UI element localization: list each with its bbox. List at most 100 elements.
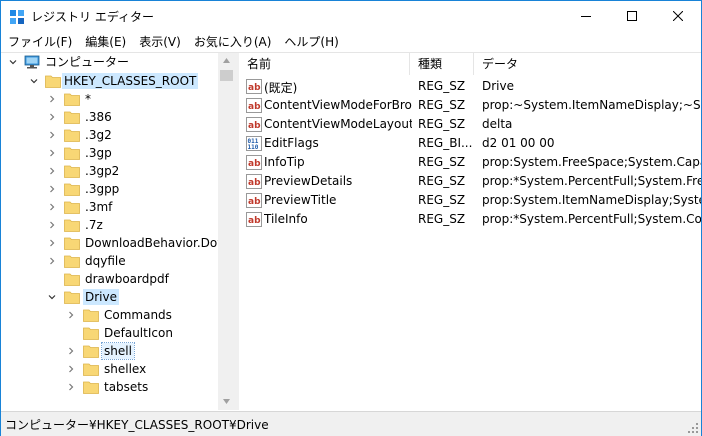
tree-label-hkey-classes-root: HKEY_CLASSES_ROOT bbox=[62, 73, 199, 89]
value-row[interactable]: ab ContentViewModeLayout... REG_SZ delta bbox=[239, 115, 701, 134]
value-row[interactable]: ab TileInfo REG_SZ prop:*System.PercentF… bbox=[239, 210, 701, 229]
chevron-right-icon[interactable] bbox=[66, 382, 76, 392]
tree-item-label: .3mf bbox=[85, 200, 113, 214]
string-value-icon: ab bbox=[246, 117, 262, 132]
chevron-right-icon[interactable] bbox=[47, 202, 57, 212]
value-data: prop:System.ItemNameDisplay;System.Ite bbox=[482, 193, 701, 207]
chevron-right-icon[interactable] bbox=[66, 310, 76, 320]
chevron-right-icon[interactable] bbox=[66, 346, 76, 356]
column-header-data[interactable]: データ bbox=[474, 53, 701, 75]
scroll-down-arrow-icon[interactable] bbox=[222, 397, 231, 405]
title-bar[interactable]: レジストリ エディター bbox=[1, 1, 701, 32]
maximize-button[interactable] bbox=[609, 1, 655, 31]
value-name: TileInfo bbox=[264, 212, 308, 226]
tree-item[interactable]: dqyfile bbox=[2, 252, 234, 270]
scrollbar-thumb[interactable] bbox=[220, 70, 233, 81]
tree-item-label: .386 bbox=[85, 110, 112, 124]
tree-item[interactable]: shell bbox=[2, 342, 234, 360]
tree-item-drive[interactable]: Drive bbox=[2, 288, 234, 306]
tree-item[interactable]: DefaultIcon bbox=[2, 324, 234, 342]
folder-icon bbox=[64, 273, 80, 286]
chevron-right-icon[interactable] bbox=[47, 148, 57, 158]
chevron-right-icon[interactable] bbox=[66, 364, 76, 374]
folder-icon bbox=[64, 111, 80, 124]
folder-icon bbox=[83, 363, 99, 376]
chevron-right-icon[interactable] bbox=[47, 130, 57, 140]
value-type: REG_SZ bbox=[418, 79, 466, 93]
tree-item-label: dqyfile bbox=[85, 254, 126, 268]
value-data: prop:System.FreeSpace;System.Capacity bbox=[482, 155, 701, 169]
tree-item-label: Drive bbox=[83, 289, 119, 305]
value-row[interactable]: ab PreviewTitle REG_SZ prop:System.ItemN… bbox=[239, 191, 701, 210]
tree-item[interactable]: DownloadBehavior.Down bbox=[2, 234, 235, 252]
minimize-button[interactable] bbox=[563, 1, 609, 31]
folder-icon bbox=[83, 381, 99, 394]
menu-file[interactable]: ファイル(F) bbox=[1, 32, 78, 52]
tree-item-label: DownloadBehavior.Down bbox=[85, 236, 235, 250]
menu-favorites[interactable]: お気に入り(A) bbox=[187, 32, 278, 52]
value-type: REG_SZ bbox=[418, 117, 466, 131]
value-row[interactable]: ab InfoTip REG_SZ prop:System.FreeSpace;… bbox=[239, 153, 701, 172]
tree-item[interactable]: Commands bbox=[2, 306, 234, 324]
chevron-down-icon[interactable] bbox=[8, 57, 18, 67]
tree-item[interactable]: .3mf bbox=[2, 198, 234, 216]
tree-label-computer: コンピューター bbox=[45, 55, 130, 69]
value-type: REG_SZ bbox=[418, 98, 466, 112]
tree-item[interactable]: tabsets bbox=[2, 378, 234, 396]
chevron-right-icon[interactable] bbox=[47, 166, 57, 176]
values-list-pane[interactable]: 名前 種類 データ ab (既定) REG_SZ Drive ab Conten… bbox=[239, 53, 701, 410]
menu-view[interactable]: 表示(V) bbox=[132, 32, 187, 52]
chevron-right-icon[interactable] bbox=[47, 94, 57, 104]
tree-item[interactable]: .7z bbox=[2, 216, 234, 234]
window-title: レジストリ エディター bbox=[31, 10, 154, 24]
chevron-right-icon[interactable] bbox=[47, 112, 57, 122]
tree-item[interactable]: .3gp bbox=[2, 144, 234, 162]
value-name: InfoTip bbox=[264, 155, 305, 169]
tree-item[interactable]: .3gp2 bbox=[2, 162, 234, 180]
svg-text:ab: ab bbox=[248, 178, 261, 188]
column-header-name[interactable]: 名前 bbox=[239, 53, 410, 75]
tree-item-label: .3g2 bbox=[85, 128, 112, 142]
column-header-row: 名前 種類 データ bbox=[239, 53, 701, 75]
value-type: REG_BI... bbox=[418, 136, 473, 150]
tree-item[interactable]: shellex bbox=[2, 360, 234, 378]
chevron-down-icon[interactable] bbox=[29, 76, 39, 86]
folder-icon bbox=[83, 345, 99, 358]
tree-item-label: .7z bbox=[85, 218, 103, 232]
value-row[interactable]: ab PreviewDetails REG_SZ prop:*System.Pe… bbox=[239, 172, 701, 191]
chevron-right-icon[interactable] bbox=[47, 256, 57, 266]
tree-item-computer[interactable]: コンピューター bbox=[2, 53, 234, 71]
column-header-type[interactable]: 種類 bbox=[410, 53, 474, 75]
close-icon bbox=[673, 11, 683, 21]
menu-help[interactable]: ヘルプ(H) bbox=[277, 32, 344, 52]
menu-edit[interactable]: 編集(E) bbox=[78, 32, 132, 52]
folder-icon bbox=[64, 183, 80, 196]
tree-vertical-scrollbar[interactable] bbox=[218, 53, 234, 410]
tree-item[interactable]: .386 bbox=[2, 108, 234, 126]
tree-item-label: tabsets bbox=[104, 380, 149, 394]
value-type: REG_SZ bbox=[418, 174, 466, 188]
value-data: prop:~System.ItemNameDisplay;~System bbox=[482, 98, 701, 112]
value-data: prop:*System.PercentFull;System.FreeSpac bbox=[482, 174, 701, 188]
value-row[interactable]: 011 110 EditFlags REG_BI... d2 01 00 00 bbox=[239, 134, 701, 153]
value-row[interactable]: ab ContentViewModeForBro... REG_SZ prop:… bbox=[239, 96, 701, 115]
value-name: EditFlags bbox=[264, 136, 319, 150]
menu-bar: ファイル(F) 編集(E) 表示(V) お気に入り(A) ヘルプ(H) bbox=[1, 32, 701, 52]
scroll-up-arrow-icon[interactable] bbox=[222, 57, 231, 65]
chevron-down-icon[interactable] bbox=[47, 292, 57, 302]
tree-item[interactable]: * bbox=[2, 90, 234, 108]
chevron-right-icon[interactable] bbox=[47, 238, 57, 248]
svg-text:ab: ab bbox=[248, 121, 261, 131]
resize-grip-icon[interactable] bbox=[687, 422, 699, 434]
value-name: PreviewTitle bbox=[264, 193, 337, 207]
tree-item[interactable]: .3g2 bbox=[2, 126, 234, 144]
chevron-right-icon[interactable] bbox=[47, 184, 57, 194]
close-button[interactable] bbox=[655, 1, 701, 31]
tree-item-hkey-classes-root[interactable]: HKEY_CLASSES_ROOT bbox=[2, 72, 234, 90]
value-row[interactable]: ab (既定) REG_SZ Drive bbox=[239, 77, 701, 96]
registry-editor-window: レジストリ エディター ファイル(F) 編集(E) 表示(V) お気に入り(A)… bbox=[0, 0, 702, 436]
tree-item[interactable]: drawboardpdf bbox=[2, 270, 234, 288]
chevron-right-icon[interactable] bbox=[47, 220, 57, 230]
tree-item[interactable]: .3gpp bbox=[2, 180, 234, 198]
key-tree-pane[interactable]: コンピューター HKEY_CLASSES_ROOT * .386 .3g2 .3… bbox=[2, 53, 235, 410]
